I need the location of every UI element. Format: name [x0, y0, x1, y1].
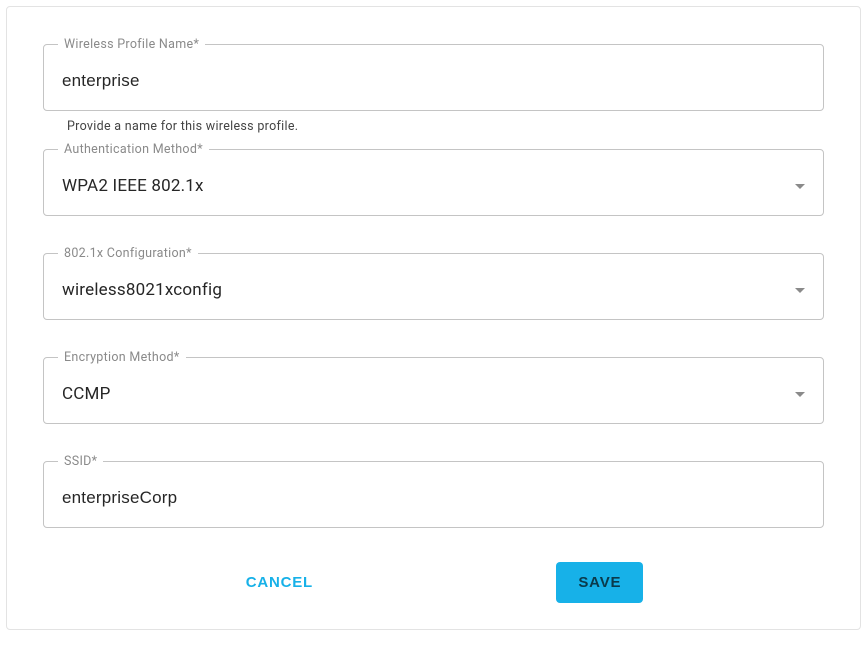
input-profile-name[interactable] [62, 71, 805, 91]
label-encryption: Encryption Method* [58, 350, 186, 365]
field-8021x-config: 802.1x Configuration* wireless8021xconfi… [43, 246, 824, 320]
value-8021x-config: wireless8021xconfig [62, 280, 787, 300]
label-profile-name: Wireless Profile Name* [58, 37, 205, 52]
field-encryption: Encryption Method* CCMP [43, 350, 824, 424]
field-profile-name: Wireless Profile Name* [43, 37, 824, 111]
label-8021x-config: 802.1x Configuration* [58, 246, 198, 261]
value-encryption: CCMP [62, 384, 787, 404]
label-ssid: SSID* [58, 454, 103, 469]
action-bar: CANCEL SAVE [43, 562, 824, 603]
cancel-button[interactable]: CANCEL [224, 562, 335, 603]
save-button[interactable]: SAVE [556, 562, 643, 603]
chevron-down-icon [795, 288, 805, 293]
input-ssid[interactable] [62, 488, 805, 508]
hint-profile-name: Provide a name for this wireless profile… [67, 119, 824, 134]
value-auth-method: WPA2 IEEE 802.1x [62, 176, 787, 196]
field-ssid: SSID* [43, 454, 824, 528]
select-8021x-config[interactable]: wireless8021xconfig [44, 261, 823, 319]
label-auth-method: Authentication Method* [58, 142, 209, 157]
field-auth-method: Authentication Method* WPA2 IEEE 802.1x [43, 142, 824, 216]
chevron-down-icon [795, 184, 805, 189]
chevron-down-icon [795, 392, 805, 397]
select-encryption[interactable]: CCMP [44, 365, 823, 423]
select-auth-method[interactable]: WPA2 IEEE 802.1x [44, 157, 823, 215]
wireless-profile-form: Wireless Profile Name* Provide a name fo… [6, 6, 861, 630]
